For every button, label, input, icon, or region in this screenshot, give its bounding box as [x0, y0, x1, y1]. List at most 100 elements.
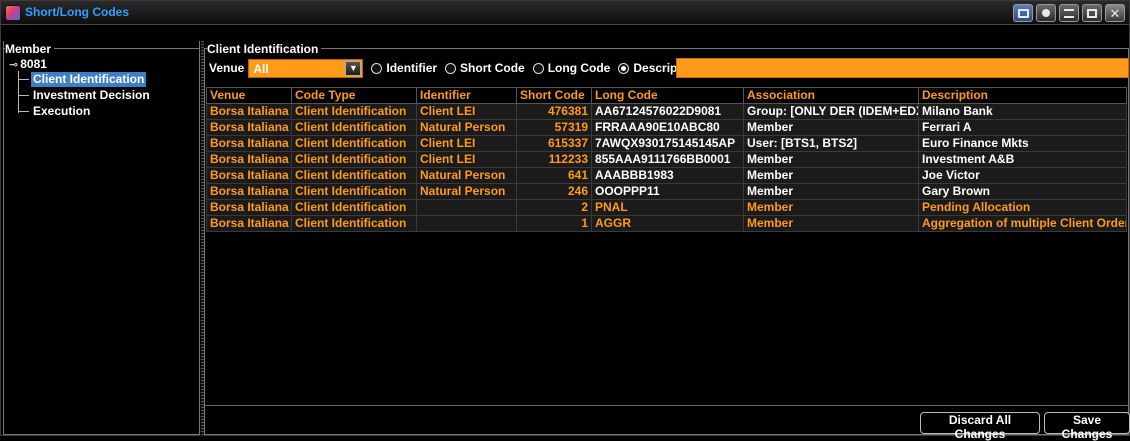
table-cell[interactable]: Borsa Italiana	[206, 103, 292, 120]
table-cell[interactable]: Joe Victor	[918, 167, 1127, 184]
table-cell[interactable]: Gary Brown	[918, 183, 1127, 200]
table-cell[interactable]: 7AWQX930175145145AP	[591, 135, 744, 152]
radio-circle[interactable]	[532, 62, 544, 74]
table-cell[interactable]: User: [BTS1, BTS2]	[743, 135, 919, 152]
table-cell[interactable]: Borsa Italiana	[206, 167, 292, 184]
title-bar[interactable]: Short/Long Codes ✕	[1, 1, 1129, 25]
table-cell[interactable]: Member	[743, 199, 919, 216]
table-cell[interactable]: PNAL	[591, 199, 744, 216]
table-cell[interactable]: FRRAAA90E10ABC80	[591, 119, 744, 136]
tree-root-node[interactable]: ⊸ 8081	[9, 57, 47, 71]
table-row[interactable]: Borsa Italiana Client Identification Clien…	[206, 135, 1127, 152]
table-cell[interactable]: Ferrari A	[918, 119, 1127, 136]
table-cell[interactable]: Client Identification	[291, 183, 417, 200]
discard-all-changes-button[interactable]: Discard All Changes	[920, 412, 1040, 441]
chevron-down-icon[interactable]: ▼	[345, 60, 362, 76]
tree-item-client-identification[interactable]: Client Identification	[18, 72, 147, 87]
table-cell[interactable]: Euro Finance Mkts	[918, 135, 1127, 152]
table-cell[interactable]: Pending Allocation	[918, 199, 1127, 216]
column-header-venue[interactable]: Venue	[206, 87, 292, 104]
table-cell[interactable]: Aggregation of multiple Client Order	[918, 215, 1127, 232]
table-cell[interactable]: Borsa Italiana	[206, 135, 292, 152]
short-long-codes-window: Short/Long Codes ✕ Member ⊸ 8081 Client I…	[0, 0, 1130, 441]
table-cell[interactable]: Member	[743, 119, 919, 136]
radio-circle[interactable]	[618, 62, 630, 74]
table-cell[interactable]: Natural Person	[416, 167, 517, 184]
table-cell[interactable]: Investment A&B	[918, 151, 1127, 168]
radio-circle[interactable]	[445, 62, 457, 74]
table-cell[interactable]: Client LEI	[416, 103, 517, 120]
radio-label: Long Code	[547, 61, 611, 75]
table-cell[interactable]: Borsa Italiana	[206, 215, 292, 232]
table-cell[interactable]: Member	[743, 167, 919, 184]
table-cell[interactable]: 615337	[516, 135, 592, 152]
column-header-code-type[interactable]: Code Type	[291, 87, 417, 104]
tree-branch	[18, 111, 29, 113]
column-header-identifier[interactable]: Identifier	[416, 87, 517, 104]
table-row[interactable]: Borsa Italiana Client Identification Natur…	[206, 119, 1127, 136]
table-cell[interactable]: Borsa Italiana	[206, 151, 292, 168]
table-cell[interactable]: Milano Bank	[918, 103, 1127, 120]
table-cell[interactable]: 2	[516, 199, 592, 216]
table-cell[interactable]: Client Identification	[291, 167, 417, 184]
monitor-icon	[1017, 8, 1029, 18]
table-cell[interactable]: 641	[516, 167, 592, 184]
table-cell[interactable]: Member	[743, 215, 919, 232]
table-cell[interactable]: Borsa Italiana	[206, 183, 292, 200]
table-cell[interactable]: 246	[516, 183, 592, 200]
tree-item-execution[interactable]: Execution	[18, 104, 92, 119]
close-button[interactable]: ✕	[1105, 4, 1125, 22]
venue-select[interactable]: All ▼	[248, 58, 364, 78]
table-row[interactable]: Borsa Italiana Client Identification Natur…	[206, 167, 1127, 184]
table-cell[interactable]: Borsa Italiana	[206, 119, 292, 136]
table-cell[interactable]: 476381	[516, 103, 592, 120]
dot-icon	[1042, 9, 1050, 17]
table-cell[interactable]: Client Identification	[291, 119, 417, 136]
search-input[interactable]	[676, 58, 1129, 78]
record-button[interactable]	[1036, 4, 1056, 22]
column-header-long-code[interactable]: Long Code	[591, 87, 744, 104]
save-changes-button[interactable]: Save Changes	[1044, 412, 1130, 441]
column-header-short-code[interactable]: Short Code	[516, 87, 592, 104]
table-cell[interactable]: 57319	[516, 119, 592, 136]
table-cell[interactable]: Group: [ONLY DER (IDEM+EDX)]	[743, 103, 919, 120]
table-row[interactable]: Borsa Italiana Client Identification Clien…	[206, 151, 1127, 168]
table-cell[interactable]: Natural Person	[416, 119, 517, 136]
maximize-button[interactable]	[1082, 4, 1102, 22]
table-row[interactable]: Borsa Italiana Client Identification 2 PNAL…	[206, 199, 1127, 216]
table-cell[interactable]: Borsa Italiana	[206, 199, 292, 216]
table-row[interactable]: Borsa Italiana Client Identification Natur…	[206, 183, 1127, 200]
table-cell[interactable]: Client Identification	[291, 215, 417, 232]
radio-short-code[interactable]: Short Code	[445, 61, 525, 75]
close-icon: ✕	[1109, 5, 1121, 21]
table-cell[interactable]: OOOPPP11	[591, 183, 744, 200]
table-cell[interactable]	[416, 199, 517, 216]
table-cell[interactable]: AGGR	[591, 215, 744, 232]
column-header-association[interactable]: Association	[743, 87, 919, 104]
table-cell[interactable]	[416, 215, 517, 232]
table-cell[interactable]: 1	[516, 215, 592, 232]
table-cell[interactable]: Member	[743, 183, 919, 200]
minimize-button[interactable]	[1059, 4, 1079, 22]
table-cell[interactable]: Client LEI	[416, 151, 517, 168]
table-cell[interactable]: Client Identification	[291, 151, 417, 168]
table-row[interactable]: Borsa Italiana Client Identification 1 AGGR…	[206, 215, 1127, 232]
table-cell[interactable]: AAABBB1983	[591, 167, 744, 184]
table-cell[interactable]: Client Identification	[291, 199, 417, 216]
table-cell[interactable]: Natural Person	[416, 183, 517, 200]
table-cell[interactable]: Member	[743, 151, 919, 168]
table-cell[interactable]: AA67124576022D9081	[591, 103, 744, 120]
table-row[interactable]: Borsa Italiana Client Identification Clien…	[206, 103, 1127, 120]
radio-long-code[interactable]: Long Code	[532, 61, 611, 75]
column-header-description[interactable]: Description	[918, 87, 1127, 104]
table-cell[interactable]: 855AAA9111766BB0001	[591, 151, 744, 168]
monitor-button[interactable]	[1013, 4, 1033, 22]
table-cell[interactable]: Client Identification	[291, 135, 417, 152]
table-cell[interactable]: 112233	[516, 151, 592, 168]
tree-expand-icon[interactable]: ⊸	[9, 59, 18, 71]
radio-circle[interactable]	[371, 62, 383, 74]
table-cell[interactable]: Client Identification	[291, 103, 417, 120]
table-cell[interactable]: Client LEI	[416, 135, 517, 152]
tree-item-investment-decision[interactable]: Investment Decision	[18, 88, 152, 103]
radio-identifier[interactable]: Identifier	[371, 61, 437, 75]
